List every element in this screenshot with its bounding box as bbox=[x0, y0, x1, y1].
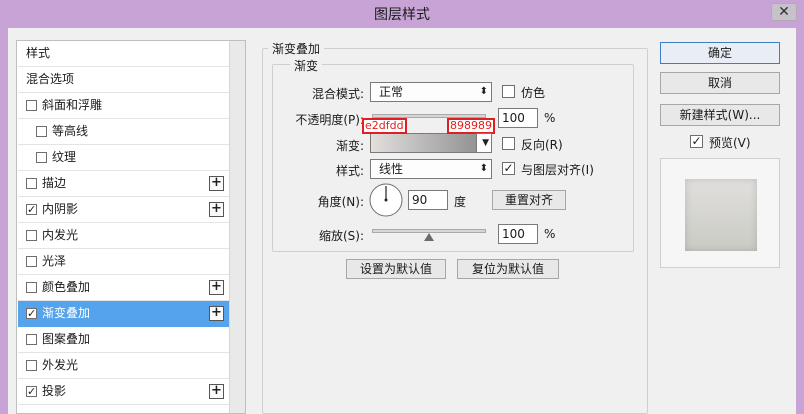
set-as-default-button[interactable]: 设置为默认值 bbox=[346, 259, 446, 279]
blend-mode-label: 混合模式: bbox=[311, 87, 364, 101]
scale-label: 缩放(S): bbox=[318, 229, 364, 243]
style-list-item[interactable]: 外发光 bbox=[18, 353, 229, 379]
add-effect-icon[interactable]: + bbox=[209, 384, 224, 399]
ok-button[interactable]: 确定 bbox=[660, 42, 780, 64]
align-with-layer-label: 与图层对齐(I) bbox=[521, 163, 594, 177]
style-value: 线性 bbox=[379, 162, 404, 176]
style-checkbox[interactable] bbox=[26, 360, 37, 371]
style-list-label: 斜面和浮雕 bbox=[42, 98, 103, 112]
scale-unit: % bbox=[544, 227, 556, 241]
style-list-label: 颜色叠加 bbox=[42, 280, 91, 294]
style-list-item[interactable]: 内发光 bbox=[18, 223, 229, 249]
section-title: 渐变叠加 bbox=[268, 40, 325, 57]
blend-mode-select[interactable]: 正常 ⬍ bbox=[370, 82, 492, 102]
gradient-end-color-tag: 898989 bbox=[447, 118, 495, 134]
style-checkbox[interactable] bbox=[26, 178, 37, 189]
gradient-picker[interactable] bbox=[370, 133, 492, 153]
preview-checkbox[interactable]: ✓ bbox=[690, 135, 703, 148]
scale-input[interactable]: 100 bbox=[498, 224, 538, 244]
angle-label: 角度(N): bbox=[317, 195, 364, 209]
style-list-label: 外发光 bbox=[42, 358, 79, 372]
style-list-item[interactable]: ✓ 渐变叠加 + bbox=[18, 301, 229, 327]
close-button[interactable]: ✕ bbox=[771, 3, 797, 21]
updown-arrow-icon: ⬍ bbox=[479, 163, 488, 174]
align-with-layer-checkbox[interactable]: ✓ bbox=[502, 162, 515, 175]
add-effect-icon[interactable]: + bbox=[209, 176, 224, 191]
style-list-label: 渐变叠加 bbox=[42, 306, 91, 320]
scale-slider-thumb[interactable] bbox=[424, 233, 434, 241]
style-list-label: 光泽 bbox=[42, 254, 67, 268]
style-preview bbox=[660, 158, 780, 268]
style-checkbox[interactable]: ✓ bbox=[26, 204, 37, 215]
style-checkbox[interactable] bbox=[26, 256, 37, 267]
style-checkbox[interactable] bbox=[36, 126, 47, 137]
angle-input[interactable]: 90 bbox=[408, 190, 448, 210]
style-list-label: 纹理 bbox=[52, 150, 77, 164]
style-list-item[interactable]: 纹理 bbox=[18, 145, 229, 171]
new-style-button[interactable]: 新建样式(W)... bbox=[660, 104, 780, 126]
style-list-item[interactable]: 光泽 bbox=[18, 249, 229, 275]
preview-label: 预览(V) bbox=[709, 136, 751, 150]
style-checkbox[interactable]: ✓ bbox=[26, 308, 37, 319]
dropdown-arrow-icon: ▼ bbox=[482, 138, 489, 148]
reset-alignment-button[interactable]: 重置对齐 bbox=[492, 190, 566, 210]
style-list-label: 投影 bbox=[42, 384, 67, 398]
window-title: 图层样式 bbox=[374, 7, 430, 23]
opacity-label: 不透明度(P): bbox=[295, 113, 364, 127]
style-preview-thumbnail bbox=[685, 179, 757, 251]
style-list-label: 等高线 bbox=[52, 124, 89, 138]
group-title: 渐变 bbox=[290, 57, 323, 74]
gradient-label: 渐变: bbox=[335, 139, 364, 153]
title-bar: 图层样式 ✕ bbox=[0, 0, 804, 28]
style-checkbox[interactable] bbox=[36, 152, 47, 163]
add-effect-icon[interactable]: + bbox=[209, 202, 224, 217]
style-list-item[interactable]: ✓ 内阴影 + bbox=[18, 197, 229, 223]
updown-arrow-icon: ⬍ bbox=[479, 86, 488, 97]
style-list-label: 内阴影 bbox=[42, 202, 79, 216]
style-list-item[interactable]: 样式 bbox=[18, 41, 229, 67]
style-checkbox[interactable] bbox=[26, 100, 37, 111]
style-checkbox[interactable] bbox=[26, 282, 37, 293]
dither-checkbox[interactable] bbox=[502, 85, 515, 98]
reset-to-default-button[interactable]: 复位为默认值 bbox=[457, 259, 559, 279]
style-list-item[interactable]: 颜色叠加 + bbox=[18, 275, 229, 301]
style-list-label: 样式 bbox=[26, 46, 51, 60]
style-list: 样式混合选项斜面和浮雕等高线纹理描边 + ✓ 内阴影 + 内发光光泽颜色叠加 + ✓ 渐变叠加 +… bbox=[16, 40, 246, 414]
style-label: 样式: bbox=[335, 164, 364, 178]
opacity-input[interactable]: 100 bbox=[498, 108, 538, 128]
style-list-scrollbar[interactable] bbox=[229, 41, 245, 413]
style-list-item[interactable]: 描边 + bbox=[18, 171, 229, 197]
style-list-item[interactable]: 混合选项 bbox=[18, 67, 229, 93]
style-list-label: 内发光 bbox=[42, 228, 79, 242]
angle-dial[interactable] bbox=[368, 182, 404, 218]
style-list-label: 描边 bbox=[42, 176, 67, 190]
opacity-unit: % bbox=[544, 111, 556, 125]
blend-mode-value: 正常 bbox=[379, 85, 404, 99]
add-effect-icon[interactable]: + bbox=[209, 280, 224, 295]
style-list-item[interactable]: 等高线 bbox=[18, 119, 229, 145]
style-list-label: 图案叠加 bbox=[42, 332, 91, 346]
add-effect-icon[interactable]: + bbox=[209, 306, 224, 321]
window-frame-right bbox=[796, 28, 804, 414]
style-checkbox[interactable]: ✓ bbox=[26, 386, 37, 397]
window-frame-left bbox=[0, 28, 8, 414]
style-select[interactable]: 线性 ⬍ bbox=[370, 159, 492, 179]
reverse-checkbox[interactable] bbox=[502, 137, 515, 150]
gradient-dropdown-button[interactable]: ▼ bbox=[476, 133, 492, 153]
style-checkbox[interactable] bbox=[26, 334, 37, 345]
dither-label: 仿色 bbox=[521, 86, 546, 100]
reverse-label: 反向(R) bbox=[521, 138, 563, 152]
style-list-item[interactable]: 斜面和浮雕 bbox=[18, 93, 229, 119]
cancel-button[interactable]: 取消 bbox=[660, 72, 780, 94]
gradient-start-color-tag: e2dfdd bbox=[362, 118, 407, 134]
style-checkbox[interactable] bbox=[26, 230, 37, 241]
style-list-label: 混合选项 bbox=[26, 72, 75, 86]
style-list-item[interactable]: 图案叠加 bbox=[18, 327, 229, 353]
style-list-item[interactable]: ✓ 投影 + bbox=[18, 379, 229, 405]
angle-unit: 度 bbox=[454, 195, 467, 209]
